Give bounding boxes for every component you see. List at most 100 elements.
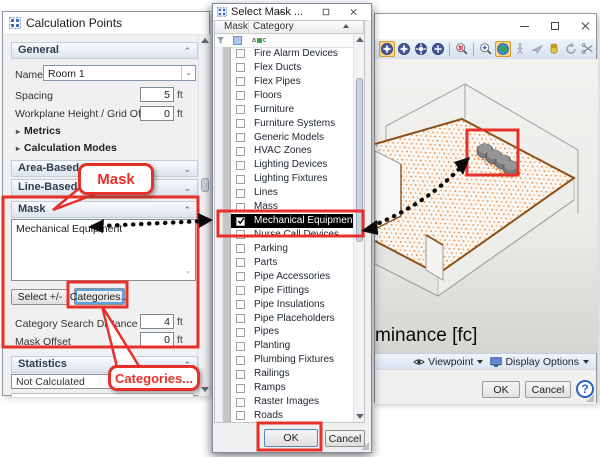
category-row[interactable]: Pipe Fittings (215, 284, 364, 298)
zoom-extents-icon[interactable] (478, 41, 494, 57)
close-icon[interactable] (345, 5, 363, 19)
mask-checkbox-cell[interactable] (231, 228, 250, 242)
viewer-ok-button[interactable]: OK (482, 381, 520, 398)
mask-checkbox-cell[interactable] (231, 47, 250, 61)
mask-checkbox-cell[interactable] (231, 131, 250, 145)
viewer-cancel-button[interactable]: Cancel (525, 381, 571, 398)
close-icon[interactable] (575, 17, 597, 35)
category-row[interactable]: Ramps (215, 381, 364, 395)
maximize-icon[interactable] (317, 5, 335, 19)
category-row[interactable]: Pipe Insulations (215, 298, 364, 312)
section-scissors-icon[interactable] (580, 41, 596, 57)
mask-offset-input[interactable] (140, 332, 174, 347)
mask-checkbox-cell[interactable] (231, 242, 250, 256)
workplane-input[interactable] (140, 106, 174, 121)
category-row[interactable]: Floors (215, 89, 364, 103)
viewport-3d[interactable]: minance [fc] (375, 59, 598, 353)
mask-checkbox-cell[interactable] (231, 284, 250, 298)
mask-checkbox-cell[interactable] (231, 158, 250, 172)
mask-checkbox-cell[interactable] (231, 61, 250, 75)
category-row[interactable]: Parking (215, 242, 364, 256)
category-row[interactable]: Roads (215, 409, 364, 422)
grid-scrollbar[interactable] (353, 34, 364, 422)
metrics-expander[interactable]: ▸Metrics (16, 125, 61, 137)
mask-checkbox-cell[interactable] (231, 367, 250, 381)
category-row[interactable]: Furniture Systems (215, 117, 364, 131)
rotate-view-icon[interactable] (563, 41, 579, 57)
category-row[interactable]: HVAC Zones (215, 144, 364, 158)
mask-checkbox-cell[interactable] (231, 186, 250, 200)
mask-list-item[interactable]: Mechanical Equipment (16, 223, 195, 235)
combo-dropdown-icon[interactable]: ⌄ (181, 66, 195, 80)
category-row[interactable]: Lighting Devices (215, 158, 364, 172)
navigation-cube-icon[interactable] (379, 41, 395, 57)
mask-checkbox-cell[interactable] (231, 144, 250, 158)
orbit-globe-icon[interactable] (495, 41, 511, 57)
panel-scrollbar[interactable] (198, 34, 210, 396)
filter-abc-icon[interactable]: ac (252, 37, 266, 44)
category-row[interactable]: Flex Ducts (215, 61, 364, 75)
section-header-mask[interactable]: Mask⌃ (11, 201, 198, 218)
name-combobox[interactable]: Room 1 ⌄ (43, 65, 196, 81)
filter-checkbox-icon[interactable] (233, 36, 242, 45)
mask-checkbox-cell[interactable] (231, 214, 250, 228)
mask-ok-button[interactable]: OK (264, 429, 318, 447)
mask-checkbox-cell[interactable] (231, 75, 250, 89)
spacing-input[interactable] (140, 87, 174, 102)
maximize-icon[interactable] (544, 17, 566, 35)
mask-checkbox-cell[interactable] (231, 89, 250, 103)
column-header-mask[interactable]: Mask (215, 21, 249, 34)
navigation-cube-icon[interactable] (396, 41, 412, 57)
viewpoint-dropdown[interactable]: Viewpoint (428, 356, 473, 368)
categories-button[interactable]: Categories... (74, 288, 125, 305)
calculation-modes-expander[interactable]: ▸Calculation Modes (16, 142, 117, 154)
mask-checkbox-cell[interactable] (231, 117, 250, 131)
mask-checkbox-cell[interactable] (231, 298, 250, 312)
navigation-cube-icon[interactable] (413, 41, 429, 57)
select-plus-minus-button[interactable]: Select +/- (11, 289, 69, 305)
category-row[interactable]: Pipe Accessories (215, 270, 364, 284)
mask-checkbox-cell[interactable] (231, 381, 250, 395)
display-options-dropdown[interactable]: Display Options (505, 356, 579, 368)
category-row[interactable]: Nurse Call Devices (215, 228, 364, 242)
mask-checkbox-cell[interactable] (231, 270, 250, 284)
category-row[interactable]: Generic Models (215, 131, 364, 145)
category-row[interactable]: Pipes (215, 325, 364, 339)
mask-checkbox-cell[interactable] (231, 339, 250, 353)
category-row[interactable]: Railings (215, 367, 364, 381)
category-row[interactable]: Pipe Placeholders (215, 312, 364, 326)
fly-icon[interactable] (529, 41, 545, 57)
resize-grip[interactable] (586, 394, 594, 402)
mask-checkbox-cell[interactable] (231, 395, 250, 409)
mask-checkbox-cell[interactable] (231, 325, 250, 339)
minimize-icon[interactable] (513, 17, 535, 35)
walk-icon[interactable] (512, 41, 528, 57)
resize-grip[interactable] (361, 442, 369, 450)
zoom-window-icon[interactable] (454, 41, 470, 57)
category-row[interactable]: Lighting Fixtures (215, 172, 364, 186)
category-row[interactable]: Lines (215, 186, 364, 200)
category-row[interactable]: Mass (215, 200, 364, 214)
mask-checkbox-cell[interactable] (231, 256, 250, 270)
category-row[interactable]: Raster Images (215, 395, 364, 409)
minimize-icon[interactable] (271, 5, 289, 19)
mask-checkbox-cell[interactable] (231, 200, 250, 214)
category-row[interactable]: Parts (215, 256, 364, 270)
mask-list[interactable]: Mechanical Equipment (11, 219, 196, 281)
mask-checkbox-cell[interactable] (231, 353, 250, 367)
filter-row[interactable]: ac (215, 34, 364, 48)
category-row[interactable]: Furniture (215, 103, 364, 117)
category-search-distance-input[interactable] (140, 314, 174, 329)
mask-checkbox-cell[interactable] (231, 172, 250, 186)
category-row[interactable]: Plumbing Fixtures (215, 353, 364, 367)
category-row[interactable]: Mechanical Equipment (215, 214, 364, 228)
mask-cancel-button[interactable]: Cancel (325, 430, 365, 447)
mask-checkbox-cell[interactable] (231, 312, 250, 326)
navigation-cube-icon[interactable] (430, 41, 446, 57)
category-row[interactable]: Flex Pipes (215, 75, 364, 89)
pan-hand-icon[interactable] (546, 41, 562, 57)
mask-checkbox-cell[interactable] (231, 103, 250, 117)
mask-checkbox-cell[interactable] (231, 409, 250, 422)
column-header-category[interactable]: Category (249, 21, 364, 34)
category-row[interactable]: Planting (215, 339, 364, 353)
